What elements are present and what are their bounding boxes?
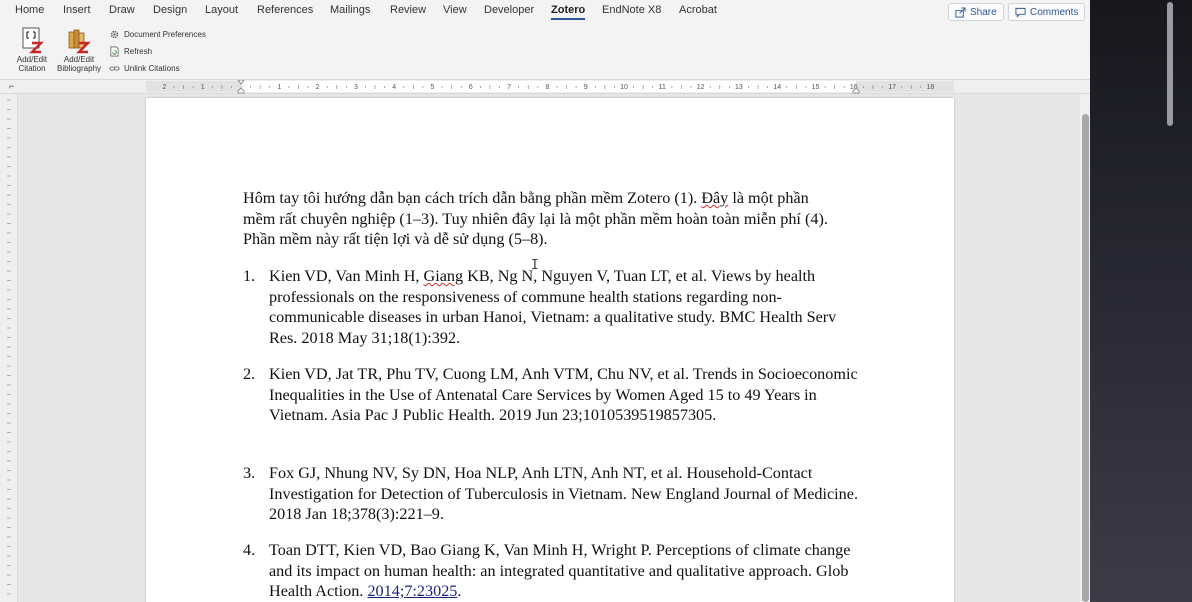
document-canvas[interactable]: Hôm tay tôi hướng dẫn bạn cách trích dẫn… bbox=[18, 94, 1080, 602]
horizontal-ruler[interactable]: ⌐ 2 1 1 2 3 4 5 6 7 8 9 10 11 12 13 14 15 16 17 18 bbox=[0, 80, 1090, 94]
reference-text: Toan DTT, Kien VD, Bao Giang K, Van Minh… bbox=[269, 541, 851, 601]
tab-review[interactable]: Review bbox=[390, 4, 426, 16]
zotero-citation-icon bbox=[22, 27, 44, 54]
ruler-number: 3 bbox=[354, 84, 358, 91]
spelling-error-word[interactable]: Đây bbox=[701, 189, 728, 207]
reference-text: . bbox=[457, 582, 462, 601]
vertical-ruler bbox=[0, 94, 18, 602]
tab-layout[interactable]: Layout bbox=[205, 4, 238, 16]
comments-label: Comments bbox=[1030, 6, 1079, 18]
comment-icon bbox=[1015, 7, 1026, 18]
tab-view[interactable]: View bbox=[443, 4, 467, 16]
ruler-number: 9 bbox=[584, 84, 588, 91]
add-edit-citation-label: Add/Edit Citation bbox=[16, 55, 48, 73]
reference-number: 4. bbox=[243, 541, 256, 559]
ruler-number: 11 bbox=[659, 84, 666, 91]
window-scrollbar[interactable] bbox=[1167, 2, 1173, 126]
zotero-ribbon-panel: Add/Edit Citation Add/Edit Bibliography … bbox=[0, 24, 1090, 80]
share-button[interactable]: Share bbox=[948, 3, 1004, 21]
ruler-number: 1 bbox=[201, 84, 205, 91]
document-preferences-button[interactable]: Document Preferences bbox=[109, 27, 206, 41]
comments-button[interactable]: Comments bbox=[1008, 3, 1086, 21]
refresh-button[interactable]: Refresh bbox=[109, 44, 152, 58]
reference-text: Kien VD, Jat TR, Phu TV, Cuong LM, Anh V… bbox=[269, 365, 858, 425]
text-cursor-icon: I bbox=[531, 258, 539, 273]
tab-endnote[interactable]: EndNote X8 bbox=[602, 4, 661, 16]
tab-zotero[interactable]: Zotero bbox=[551, 4, 586, 20]
intro-paragraph[interactable]: Hôm tay tôi hướng dẫn bạn cách trích dẫn… bbox=[243, 188, 843, 250]
gear-icon bbox=[110, 30, 119, 38]
ruler-number: 17 bbox=[888, 84, 896, 91]
ruler-number: 10 bbox=[620, 84, 628, 91]
ruler-number: 12 bbox=[697, 84, 705, 91]
ruler-number: 14 bbox=[773, 84, 781, 91]
vertical-ruler-ticks bbox=[7, 99, 11, 595]
tab-developer[interactable]: Developer bbox=[484, 4, 534, 16]
ruler-number: 8 bbox=[545, 84, 549, 91]
ruler-number: 5 bbox=[431, 84, 435, 91]
refresh-document-icon bbox=[110, 46, 119, 56]
spelling-error-word[interactable]: Giang bbox=[424, 267, 464, 285]
first-line-indent-marker[interactable] bbox=[237, 80, 245, 85]
document-preferences-label: Document Preferences bbox=[124, 29, 206, 39]
ruler-number: 1 bbox=[277, 84, 281, 91]
unlink-citations-button[interactable]: Unlink Citations bbox=[109, 61, 180, 75]
tab-home[interactable]: Home bbox=[15, 4, 44, 16]
unlink-icon bbox=[109, 65, 120, 71]
ruler-number: 6 bbox=[469, 84, 473, 91]
zotero-bibliography-icon bbox=[68, 29, 91, 54]
refresh-label: Refresh bbox=[124, 46, 153, 56]
ruler-number: 7 bbox=[507, 84, 511, 91]
ruler-number: 18 bbox=[927, 84, 935, 91]
add-edit-bibliography-button[interactable]: Add/Edit Bibliography bbox=[54, 26, 104, 73]
reference-item[interactable]: 2. Kien VD, Jat TR, Phu TV, Cuong LM, An… bbox=[243, 364, 863, 426]
add-edit-bibliography-label: Add/Edit Bibliography bbox=[56, 55, 102, 73]
share-label: Share bbox=[970, 6, 997, 18]
tab-design[interactable]: Design bbox=[153, 4, 187, 16]
tab-insert[interactable]: Insert bbox=[63, 4, 91, 16]
paragraph-text-1: Hôm tay tôi hướng dẫn bạn cách trích dẫn… bbox=[243, 189, 702, 207]
ruler-number: 13 bbox=[735, 84, 743, 91]
ruler-number: 2 bbox=[316, 84, 320, 91]
reference-text: Kien VD, Van Minh H, bbox=[269, 267, 424, 285]
reference-item[interactable]: 1. Kien VD, Van Minh H, Giang KB, Ng N, … bbox=[243, 266, 863, 348]
ribbon-tab-bar: Home Insert Draw Design Layout Reference… bbox=[0, 0, 1090, 24]
desktop-background bbox=[1090, 0, 1192, 602]
ruler-number: 4 bbox=[392, 84, 396, 91]
hanging-indent-marker[interactable] bbox=[237, 87, 245, 94]
reference-item[interactable]: 3. Fox GJ, Nhung NV, Sy DN, Hoa NLP, Anh… bbox=[243, 463, 863, 525]
document-page[interactable]: Hôm tay tôi hướng dẫn bạn cách trích dẫn… bbox=[146, 98, 954, 602]
ruler-ticks: 2 1 1 2 3 4 5 6 7 8 9 10 11 12 13 14 15 16 17 18 bbox=[162, 80, 935, 94]
vertical-scrollbar-thumb[interactable] bbox=[1082, 114, 1089, 602]
add-edit-citation-button[interactable]: Add/Edit Citation bbox=[7, 26, 57, 73]
reference-number: 3. bbox=[243, 464, 256, 482]
reference-item[interactable]: 4. Toan DTT, Kien VD, Bao Giang K, Van M… bbox=[243, 540, 863, 602]
ruler-number: 2 bbox=[162, 84, 166, 91]
reference-text: Fox GJ, Nhung NV, Sy DN, Hoa NLP, Anh LT… bbox=[269, 464, 859, 524]
tab-acrobat[interactable]: Acrobat bbox=[679, 4, 717, 16]
tab-references[interactable]: References bbox=[257, 4, 313, 16]
reference-number: 2. bbox=[243, 365, 256, 383]
ruler-number: 15 bbox=[812, 84, 820, 91]
reference-number: 1. bbox=[243, 267, 256, 285]
doi-link[interactable]: 2014;7:23025 bbox=[367, 582, 457, 600]
tab-mailings[interactable]: Mailings bbox=[330, 4, 370, 16]
unlink-citations-label: Unlink Citations bbox=[124, 63, 180, 73]
share-icon bbox=[955, 6, 966, 18]
tab-draw[interactable]: Draw bbox=[109, 4, 135, 16]
